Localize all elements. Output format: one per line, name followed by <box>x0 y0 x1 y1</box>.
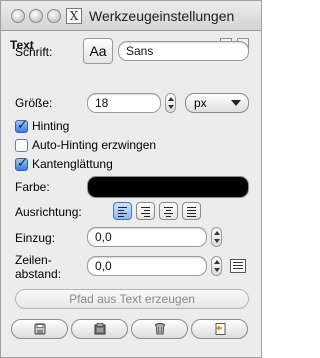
font-preview-button[interactable]: Aa <box>83 38 113 64</box>
size-stepper[interactable] <box>165 93 176 113</box>
indent-label: Einzug: <box>15 231 56 245</box>
hinting-checkbox-row[interactable]: Hinting <box>15 118 135 135</box>
indent-input[interactable]: 0,0 <box>87 227 207 247</box>
color-button[interactable] <box>87 176 249 198</box>
reset-options-button[interactable] <box>191 319 248 339</box>
hinting-checkbox[interactable] <box>15 118 28 133</box>
zoom-icon[interactable] <box>47 9 61 23</box>
align-center-icon[interactable] <box>159 202 178 220</box>
antialias-checkbox-row[interactable]: Kantenglättung <box>15 156 155 173</box>
justify-label: Ausrichtung: <box>15 205 82 219</box>
align-left-icon[interactable] <box>113 202 132 220</box>
autohint-checkbox-row[interactable]: Auto-Hinting erzwingen <box>15 138 195 154</box>
save-icon <box>34 323 45 335</box>
size-label: Größe: <box>15 96 53 110</box>
font-label: Schrift: <box>15 45 53 59</box>
window-title: Werkzeugeinstellungen <box>89 8 235 24</box>
unit-select[interactable]: px <box>185 93 249 113</box>
indent-stepper[interactable] <box>211 227 222 247</box>
close-icon[interactable] <box>11 9 25 23</box>
autohint-checkbox[interactable] <box>15 139 28 152</box>
save-options-button[interactable] <box>11 319 68 339</box>
tool-options-window: X Werkzeugeinstellungen Text ◂ ▪ Schrift… <box>0 0 262 358</box>
align-right-icon[interactable] <box>136 202 155 220</box>
restore-icon <box>94 323 105 335</box>
x11-app-icon: X <box>66 8 82 24</box>
align-justify-icon[interactable] <box>182 202 201 220</box>
delete-options-button[interactable] <box>131 319 188 339</box>
minimize-icon[interactable] <box>29 9 43 23</box>
line-spacing-label-2: abstand: <box>15 267 62 281</box>
text-box-icon <box>230 259 246 273</box>
reset-icon <box>215 323 225 335</box>
size-input[interactable]: 18 <box>87 93 161 113</box>
delete-icon <box>154 323 165 335</box>
hinting-label: Hinting <box>32 119 70 133</box>
font-input[interactable]: Sans <box>118 41 249 61</box>
autohint-label: Auto-Hinting erzwingen <box>32 138 157 152</box>
restore-options-button[interactable] <box>71 319 128 339</box>
line-spacing-stepper[interactable] <box>211 256 222 276</box>
antialias-label: Kantenglättung <box>32 157 113 171</box>
line-spacing-label-1: Zeilen- <box>15 253 52 267</box>
title-bar[interactable]: X Werkzeugeinstellungen <box>1 1 261 31</box>
antialias-checkbox[interactable] <box>15 156 28 171</box>
path-from-text-button[interactable]: Pfad aus Text erzeugen <box>15 289 249 309</box>
color-label: Farbe: <box>15 180 50 194</box>
unit-select-value: px <box>194 96 207 110</box>
line-spacing-input[interactable]: 0,0 <box>87 256 207 276</box>
chevron-down-icon <box>231 100 241 106</box>
